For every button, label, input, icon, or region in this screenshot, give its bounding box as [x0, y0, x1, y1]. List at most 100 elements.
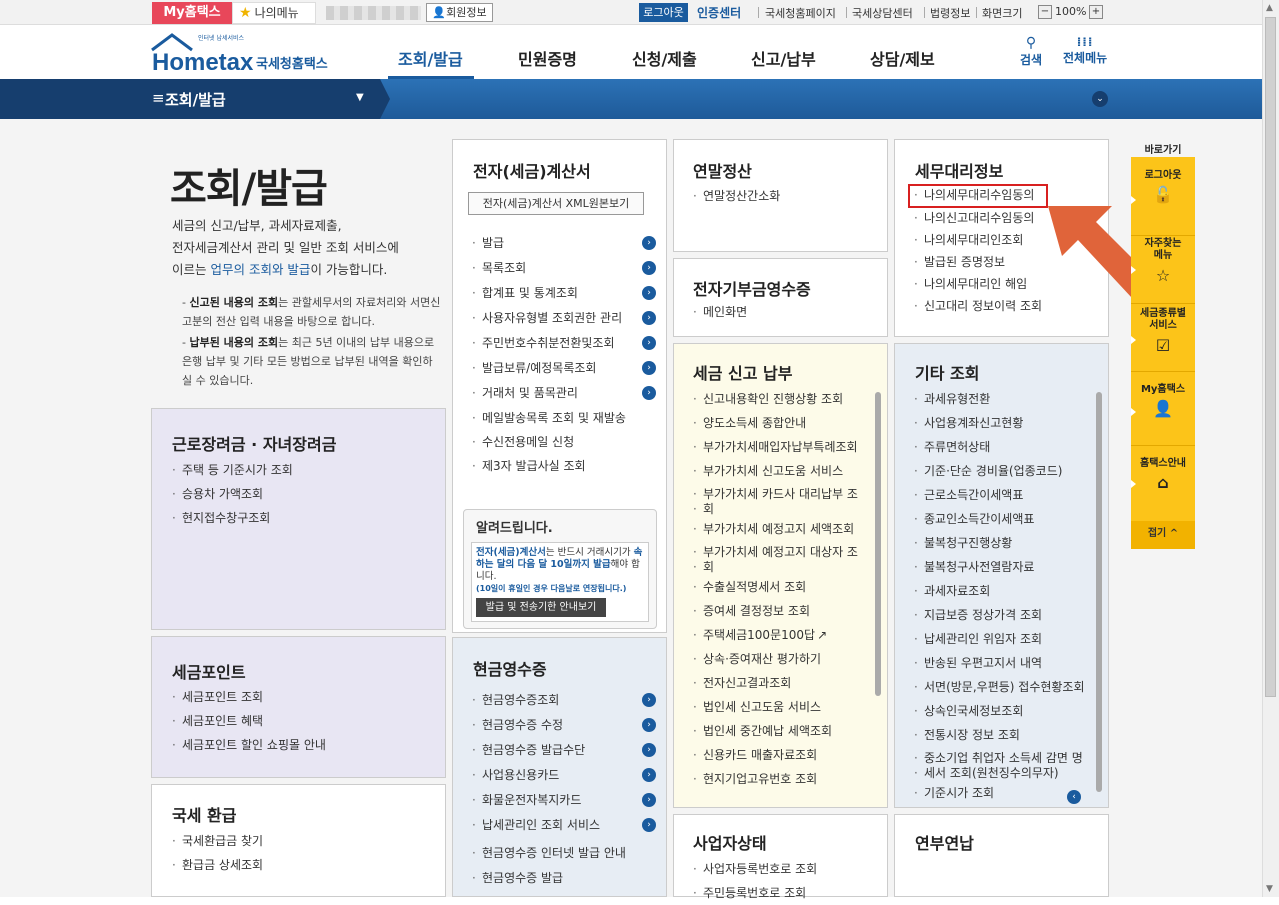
box-scrollbar[interactable]	[875, 392, 881, 696]
list-item[interactable]: 세금포인트 조회	[172, 685, 432, 709]
list-item[interactable]: 주민번호수취분전환및조회›	[472, 331, 656, 356]
chevron-down-icon[interactable]: ▼	[356, 92, 364, 103]
list-item[interactable]: 주택세금100문100답↗	[693, 623, 873, 647]
list-item[interactable]: 반송된 우편고지서 내역	[914, 651, 1096, 675]
list-item[interactable]: 과세자료조회	[914, 579, 1096, 603]
issue-deadline-button[interactable]: 발급 및 전송기한 안내보기	[476, 598, 606, 617]
quick-favorites[interactable]: 자주찾는 메뉴 ☆	[1131, 236, 1195, 304]
list-item[interactable]: 상속인국세정보조회	[914, 699, 1096, 723]
list-item[interactable]: 부가가치세 신고도움 서비스	[693, 459, 873, 483]
nav-report-pay[interactable]: 신고/납부	[751, 46, 816, 70]
list-item[interactable]: 발급›	[472, 231, 656, 256]
nav-inquiry[interactable]: 조회/발급	[398, 46, 463, 70]
search-button[interactable]: ⚲ 검색	[1020, 35, 1042, 68]
list-item[interactable]: 증여세 결정정보 조회	[693, 599, 873, 623]
list-item-cont[interactable]: 회	[693, 560, 873, 575]
list-item[interactable]: 신고대리 정보이력 조회	[914, 295, 1099, 317]
quick-logout[interactable]: 로그아웃 🔓	[1131, 166, 1195, 236]
list-item[interactable]: 현금영수증 발급수단›	[472, 738, 656, 763]
list-item[interactable]: 종교인소득간이세액표	[914, 507, 1096, 531]
list-item[interactable]: 사업용계좌신고현황	[914, 411, 1096, 435]
list-item[interactable]: 거래처 및 품목관리›	[472, 381, 656, 406]
list-item[interactable]: 양도소득세 종합안내	[693, 411, 873, 435]
list-item[interactable]: 불복청구진행상황	[914, 531, 1096, 555]
list-item[interactable]: 상속·증여재산 평가하기	[693, 647, 873, 671]
scroll-up-icon[interactable]: ▲	[1266, 3, 1273, 13]
list-item[interactable]: 불복청구사전열람자료	[914, 555, 1096, 579]
expand-circle-icon[interactable]: ⌄	[1092, 91, 1108, 107]
list-item[interactable]: 현금영수증 발급	[472, 868, 656, 888]
list-item[interactable]: 메인화면	[693, 300, 873, 324]
list-item[interactable]: 수신전용메일 신청	[472, 430, 656, 454]
list-item[interactable]: 주민등록번호로 조회	[693, 881, 873, 905]
nts-homepage-link[interactable]: 국세청홈페이지	[765, 5, 836, 21]
list-item[interactable]: 세금포인트 할인 쇼핑몰 안내	[172, 733, 432, 757]
law-info-link[interactable]: 법령정보	[930, 5, 970, 21]
list-item[interactable]: 서면(방문,우편등) 접수현황조회	[914, 675, 1096, 699]
list-item[interactable]: 현금영수증 수정›	[472, 713, 656, 738]
tax-counsel-link[interactable]: 국세상담센터	[852, 5, 913, 21]
user-info-button[interactable]: 👤회원정보	[426, 3, 493, 22]
list-item[interactable]: 현금영수증조회›	[472, 688, 656, 713]
scroll-up-circle-icon[interactable]: ‹	[1067, 790, 1081, 804]
list-item[interactable]: 메일발송목록 조회 및 재발송	[472, 406, 656, 430]
logout-button[interactable]: 로그아웃	[639, 3, 688, 22]
list-item[interactable]: 기준·단순 경비율(업종코드)	[914, 459, 1096, 483]
list-item[interactable]: 사업자등록번호로 조회	[693, 857, 873, 881]
list-item[interactable]: 환급금 상세조회	[172, 853, 432, 877]
quick-tax-services[interactable]: 세금종류별 서비스 ☑	[1131, 304, 1195, 372]
list-item[interactable]: 사용자유형별 조회권한 관리›	[472, 306, 656, 331]
list-item[interactable]: 납세관리인 위임자 조회	[914, 627, 1096, 651]
list-item[interactable]: 신고내용확인 진행상황 조회	[693, 387, 873, 411]
list-item[interactable]: 신용카드 매출자료조회	[693, 743, 873, 767]
list-item[interactable]: 현금영수증 인터넷 발급 안내	[472, 838, 656, 868]
quick-my-hometax[interactable]: My홈택스 👤	[1131, 372, 1195, 446]
list-item[interactable]: 사업용신용카드›	[472, 763, 656, 788]
nav-certificate[interactable]: 민원증명	[518, 46, 577, 70]
list-item[interactable]: 전통시장 정보 조회	[914, 723, 1096, 747]
all-menu-button[interactable]: ⁞⁞⁞ 전체메뉴	[1063, 35, 1107, 66]
my-hometax-button[interactable]: My홈택스	[152, 2, 232, 24]
my-menu-button[interactable]: ★ 나의메뉴	[232, 2, 316, 24]
scroll-down-icon[interactable]: ▼	[1266, 884, 1273, 894]
nav-application[interactable]: 신청/제출	[632, 46, 697, 70]
list-item[interactable]: 지급보증 정상가격 조회	[914, 603, 1096, 627]
quick-collapse-button[interactable]: 접기 ^	[1131, 521, 1195, 549]
list-item[interactable]: 과세유형전환	[914, 387, 1096, 411]
list-item[interactable]: 세금포인트 혜택	[172, 709, 432, 733]
list-item[interactable]: 부가가치세 카드사 대리납부 조	[693, 483, 873, 502]
list-item[interactable]: 현지접수창구조회	[172, 506, 432, 530]
list-item[interactable]: 국세환급금 찾기	[172, 829, 432, 853]
list-item[interactable]: 법인세 신고도움 서비스	[693, 695, 873, 719]
list-item[interactable]: 제3자 발급사실 조회	[472, 454, 656, 478]
list-item[interactable]: 화물운전자복지카드›	[472, 788, 656, 813]
list-item[interactable]: 목록조회›	[472, 256, 656, 281]
list-item[interactable]: 근로소득간이세액표	[914, 483, 1096, 507]
zoom-out-button[interactable]: −	[1038, 5, 1052, 19]
quick-hometax-guide[interactable]: 홈택스안내 ⌂	[1131, 446, 1195, 521]
list-item[interactable]: 연말정산간소화	[693, 184, 873, 208]
box-scrollbar[interactable]	[1096, 392, 1102, 792]
list-item[interactable]: 중소기업 취업자 소득세 감면 명	[914, 747, 1096, 766]
list-item[interactable]: 주류면허상태	[914, 435, 1096, 459]
list-item[interactable]: 납세관리인 조회 서비스›	[472, 813, 656, 838]
zoom-in-button[interactable]: +	[1089, 5, 1103, 19]
list-item[interactable]: 주택 등 기준시가 조회	[172, 458, 432, 482]
list-item[interactable]: 합계표 및 통계조회›	[472, 281, 656, 306]
nav-counsel[interactable]: 상담/제보	[870, 46, 935, 70]
list-item[interactable]: 부가가치세매입자납부특례조회	[693, 435, 873, 459]
list-item[interactable]: 승용차 가액조회	[172, 482, 432, 506]
list-item[interactable]: 발급보류/예정목록조회›	[472, 356, 656, 381]
scrollbar-thumb[interactable]	[1265, 17, 1276, 697]
xml-original-button[interactable]: 전자(세금)계산서 XML원본보기	[468, 192, 644, 215]
list-item[interactable]: 현지기업고유번호 조회	[693, 767, 873, 791]
list-item[interactable]: 법인세 중간예납 세액조회	[693, 719, 873, 743]
list-item[interactable]: 전자신고결과조회	[693, 671, 873, 695]
list-item-cont[interactable]: 세서 조회(원천징수의무자)	[914, 766, 1096, 781]
hometax-logo[interactable]: Hometax 국세청홈택스 인터넷 납세서비스	[150, 30, 335, 76]
list-item[interactable]: 부가가치세 예정고지 세액조회	[693, 517, 873, 541]
list-item-cont[interactable]: 회	[693, 502, 873, 517]
list-item[interactable]: 수출실적명세서 조회	[693, 575, 873, 599]
list-item[interactable]: 부가가치세 예정고지 대상자 조	[693, 541, 873, 560]
cert-center-link[interactable]: 인증센터	[697, 4, 741, 21]
